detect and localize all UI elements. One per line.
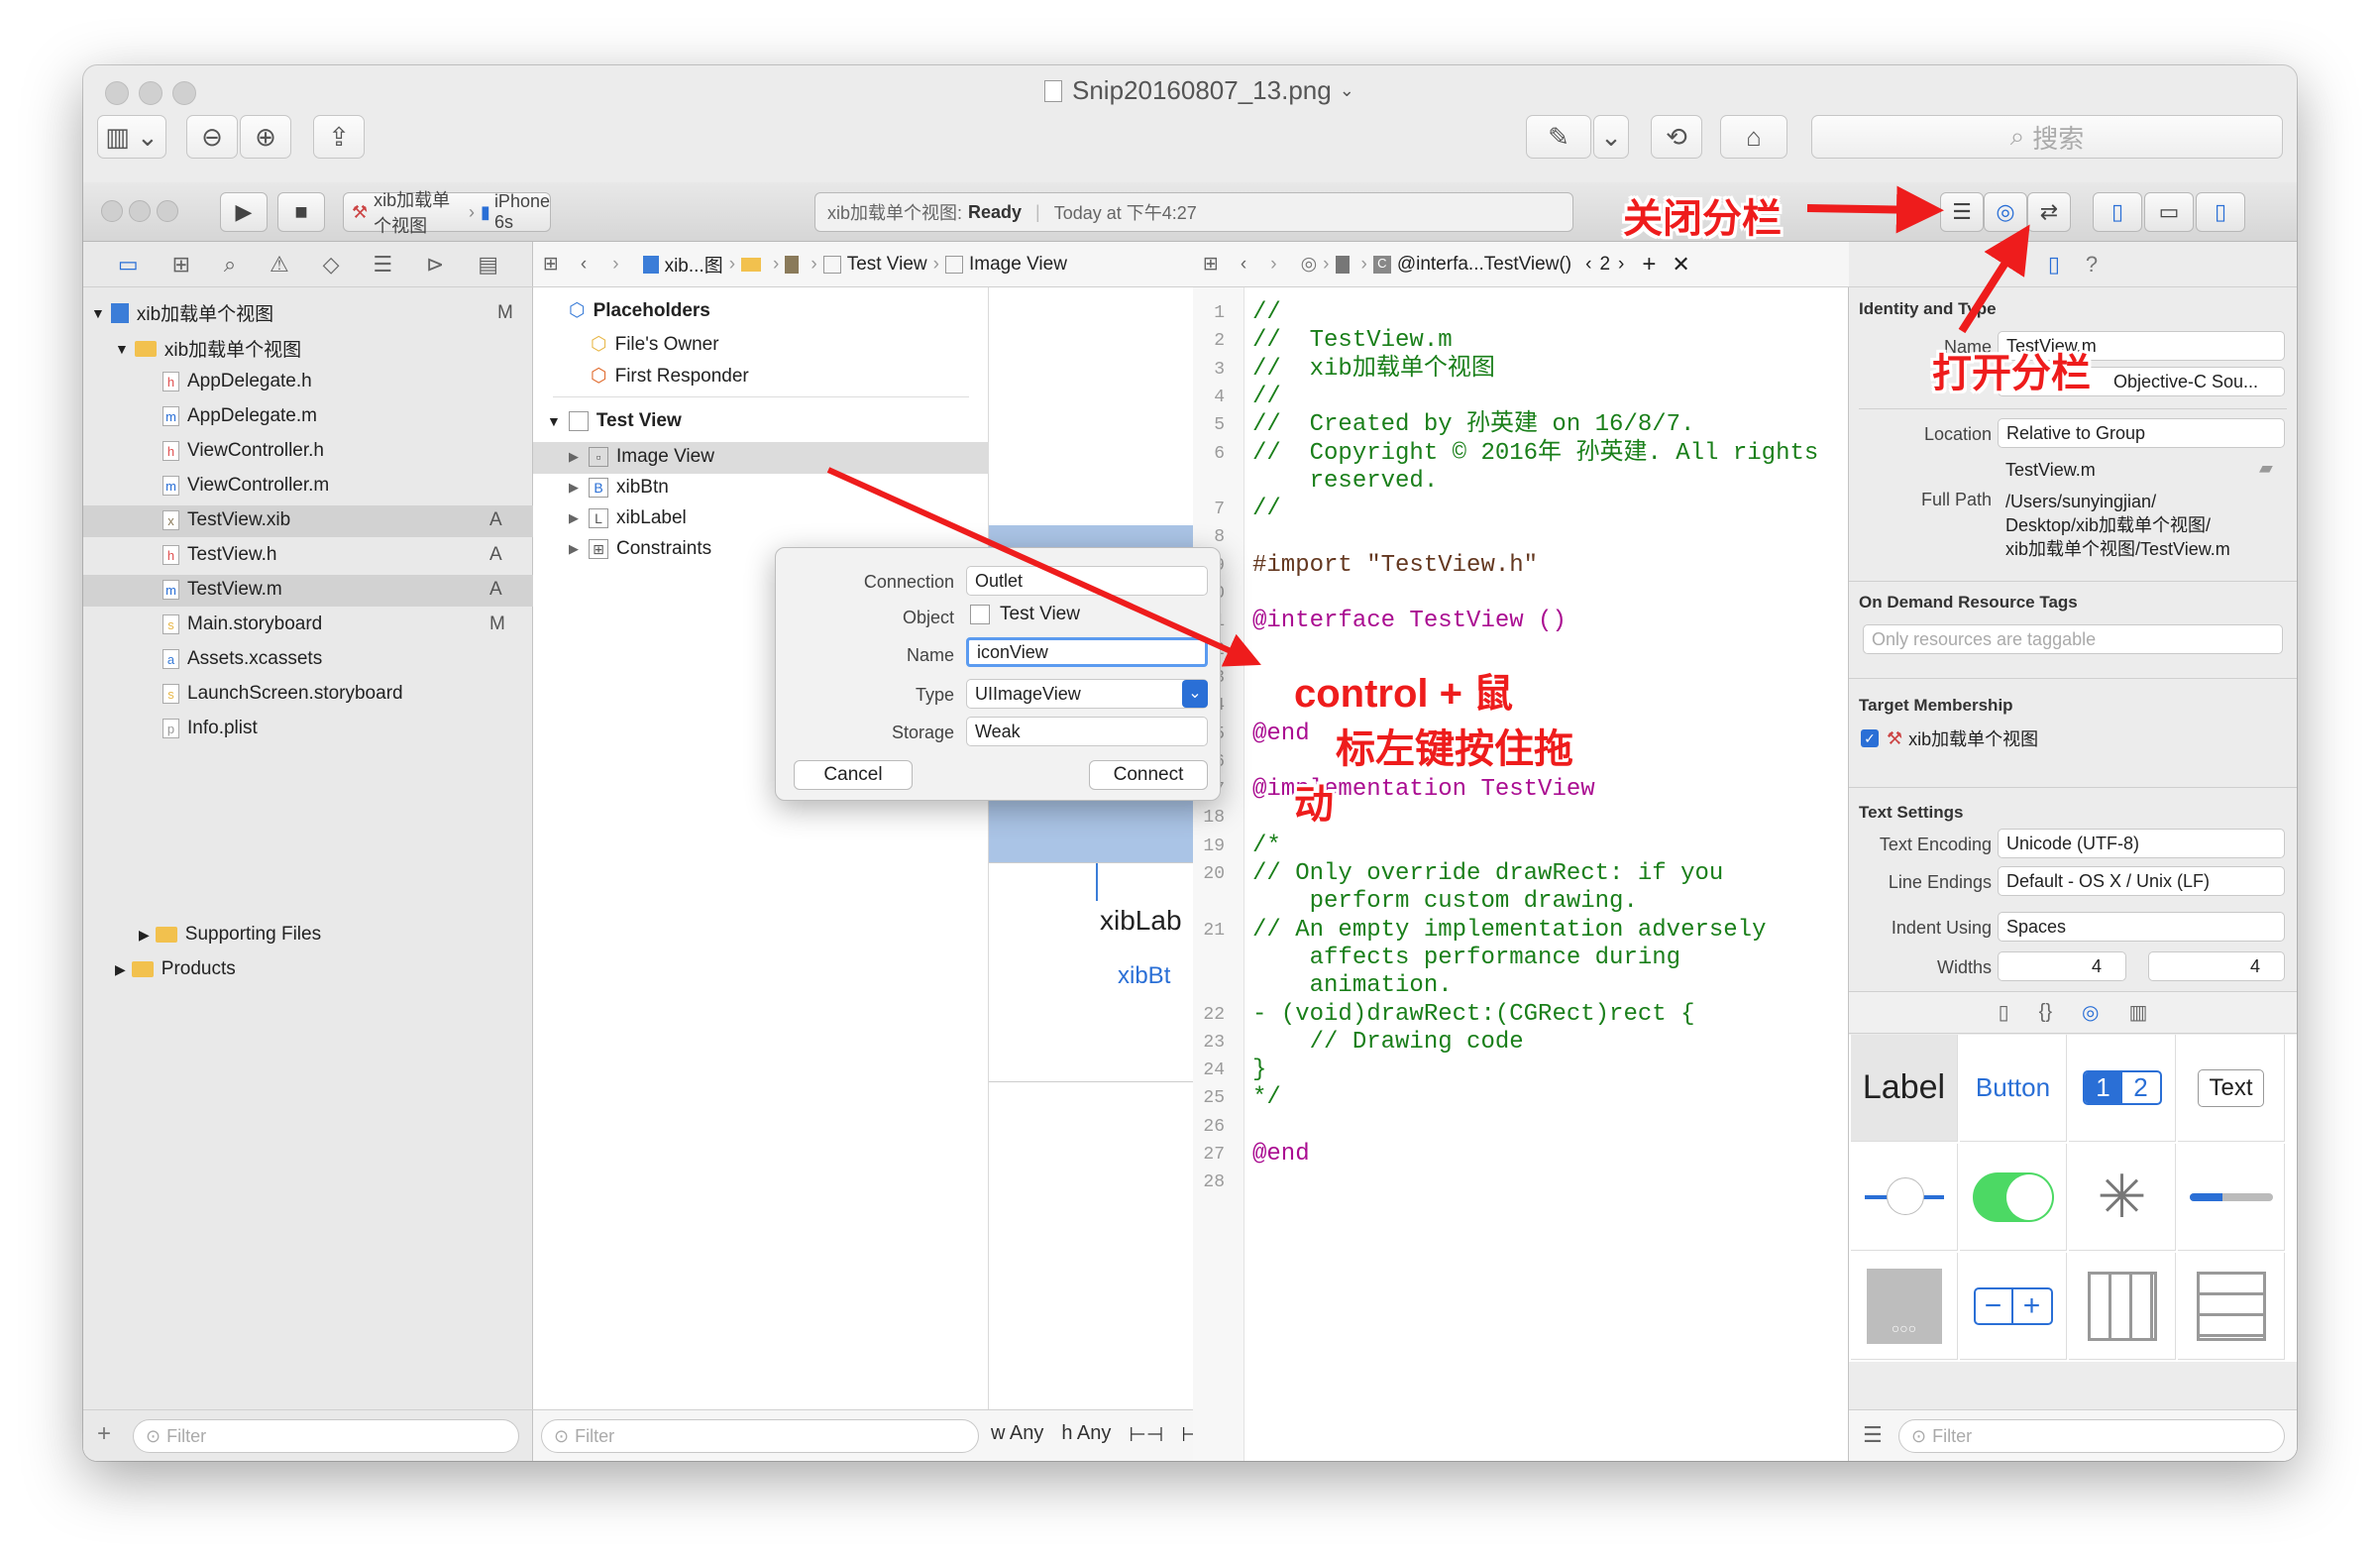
annotation-line: 标左键按住拖 [1336, 727, 1573, 771]
annotation-line: 动 [1294, 783, 1334, 827]
annotation-open-split: 打开分栏 [1932, 352, 2091, 395]
annotation-line: control + 鼠 [1294, 672, 1514, 716]
annotation-arrows [826, 185, 2030, 667]
close-split-arrow [1806, 185, 1944, 234]
drag-arrow [826, 467, 1261, 667]
annotation-drag: control + 鼠 标左键按住拖 动 [1294, 666, 1573, 833]
annotation-close-split: 关闭分栏 [1623, 197, 1782, 241]
open-split-arrow [1958, 224, 2030, 334]
